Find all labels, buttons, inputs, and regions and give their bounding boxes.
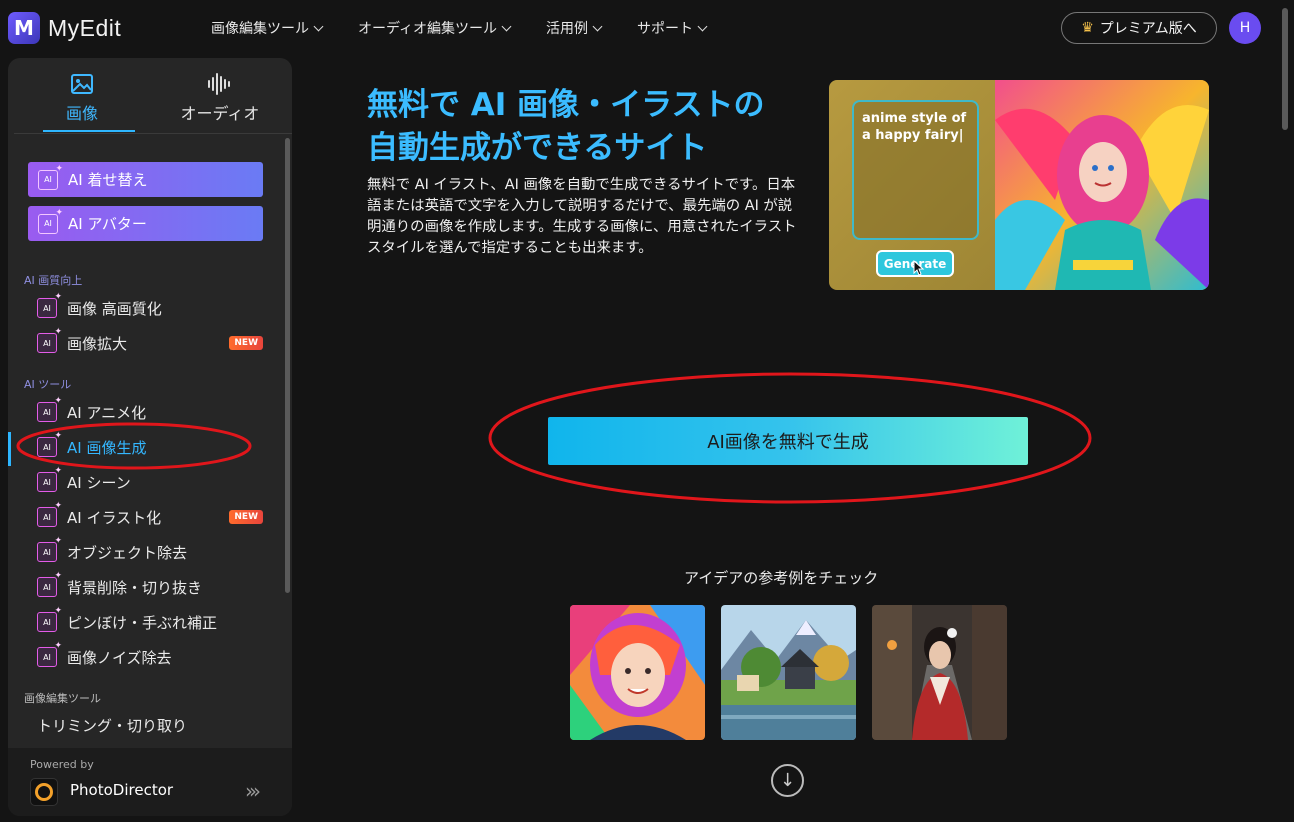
ai-tool-icon: AI: [37, 292, 62, 318]
ai-tool-icon: AI: [37, 536, 62, 562]
sidebar: 画像 オーディオ AI AI 着せ替え AI AI アバター AI 画質向上 A…: [8, 58, 292, 816]
sidebar-item-ai-scene[interactable]: AI AI シーン: [37, 466, 267, 495]
sidebar-item-upscale-quality[interactable]: AI 画像 高画質化: [37, 292, 267, 321]
hero-description: 無料で AI イラスト、AI 画像を自動で生成できるサイトです。日本語または英語…: [367, 177, 797, 256]
chevron-down-icon: [313, 21, 324, 31]
premium-button[interactable]: ♛ プレミアム版へ: [1061, 12, 1217, 44]
powered-by-label: Powered by: [30, 758, 94, 771]
ai-tool-icon: AI: [37, 606, 62, 632]
section-title-image-edit: 画像編集ツール: [24, 692, 101, 705]
ai-tool-icon: AI: [37, 327, 62, 353]
audio-wave-icon: [174, 72, 266, 96]
mouse-cursor-icon: [913, 260, 925, 276]
logo-mark-icon: M: [8, 12, 40, 44]
ai-tool-icon: AI: [37, 466, 62, 492]
photodirector-icon: [30, 778, 58, 806]
ai-tool-icon: AI: [37, 431, 62, 457]
sidebar-item-crop[interactable]: トリミング・切り取り: [37, 715, 187, 736]
sidebar-item-deblur[interactable]: AI ピンぼけ・手ぶれ補正: [37, 606, 267, 635]
hero-image: anime style of a happy fairy| Generate: [829, 80, 1209, 290]
nav-audio-tools[interactable]: オーディオ編集ツール: [358, 18, 512, 38]
sidebar-item-denoise[interactable]: AI 画像ノイズ除去: [37, 641, 267, 670]
ai-tool-icon: AI: [37, 571, 62, 597]
main-nav: 画像編集ツール オーディオ編集ツール 活用例 サポート: [211, 18, 742, 38]
sidebar-item-image-enlarge[interactable]: AI 画像拡大 NEW: [37, 327, 267, 356]
tab-audio[interactable]: オーディオ: [174, 72, 266, 124]
ai-tool-icon: AI: [38, 208, 63, 234]
hero-title: 無料で AI 画像・イラストの 自動生成ができるサイト: [367, 87, 765, 166]
product-name: PhotoDirector: [70, 781, 174, 799]
ideas-section-title: アイデアの参考例をチェック: [684, 569, 879, 587]
top-navigation-bar: M MyEdit 画像編集ツール オーディオ編集ツール 活用例 サポート ♛ プ…: [0, 0, 1294, 56]
ai-outfit-button[interactable]: AI AI 着せ替え: [28, 162, 263, 197]
page-scrollbar[interactable]: [1282, 8, 1288, 130]
sidebar-item-object-removal[interactable]: AI オブジェクト除去: [37, 536, 267, 565]
chevrons-right-icon: ›››: [245, 779, 261, 803]
myedit-logo[interactable]: M MyEdit: [8, 12, 121, 44]
landscape-image: [721, 605, 856, 740]
active-item-indicator: [8, 432, 11, 466]
scroll-down-icon[interactable]: ↓: [771, 764, 804, 797]
idea-thumbnail-anime-girl[interactable]: [570, 605, 705, 740]
crown-icon: ♛: [1081, 20, 1094, 36]
ai-tool-icon: AI: [38, 164, 63, 190]
new-badge: NEW: [229, 510, 263, 524]
chevron-down-icon: [697, 21, 708, 31]
chevron-down-icon: [592, 21, 603, 31]
nav-image-tools[interactable]: 画像編集ツール: [211, 18, 324, 38]
new-badge: NEW: [229, 336, 263, 350]
fairy-illustration: [995, 80, 1209, 290]
section-title-ai-quality: AI 画質向上: [24, 274, 83, 287]
sidebar-tabs: 画像 オーディオ: [14, 58, 292, 134]
prompt-textbox: anime style of a happy fairy|: [852, 100, 979, 240]
powered-by-panel[interactable]: Powered by PhotoDirector ›››: [8, 748, 292, 816]
sidebar-item-ai-anime[interactable]: AI AI アニメ化: [37, 396, 267, 425]
generate-free-ai-image-button[interactable]: AI画像を無料で生成: [548, 417, 1028, 465]
sidebar-item-background-removal[interactable]: AI 背景削除・切り抜き: [37, 571, 267, 600]
ai-avatar-button[interactable]: AI AI アバター: [28, 206, 263, 241]
sidebar-item-ai-illustration[interactable]: AI AI イラスト化 NEW: [37, 501, 267, 530]
chevron-down-icon: [501, 21, 512, 31]
idea-thumbnail-kimono[interactable]: [872, 605, 1007, 740]
ai-tool-icon: AI: [37, 396, 62, 422]
logo-text: MyEdit: [48, 14, 122, 41]
user-avatar[interactable]: H: [1229, 12, 1261, 44]
sidebar-item-ai-image-generation[interactable]: AI AI 画像生成: [37, 431, 267, 460]
nav-support[interactable]: サポート: [637, 18, 708, 38]
nav-use-cases[interactable]: 活用例: [546, 18, 603, 38]
sidebar-scrollbar[interactable]: [285, 138, 290, 593]
idea-thumbnail-landscape[interactable]: [721, 605, 856, 740]
anime-girl-image: [570, 605, 705, 740]
tab-image[interactable]: 画像: [36, 72, 128, 124]
kimono-woman-image: [872, 605, 1007, 740]
ai-tool-icon: AI: [37, 501, 62, 527]
image-icon: [36, 72, 128, 96]
ai-tool-icon: AI: [37, 641, 62, 667]
section-title-ai-tools: AI ツール: [24, 378, 72, 391]
active-tab-indicator: [43, 130, 135, 132]
